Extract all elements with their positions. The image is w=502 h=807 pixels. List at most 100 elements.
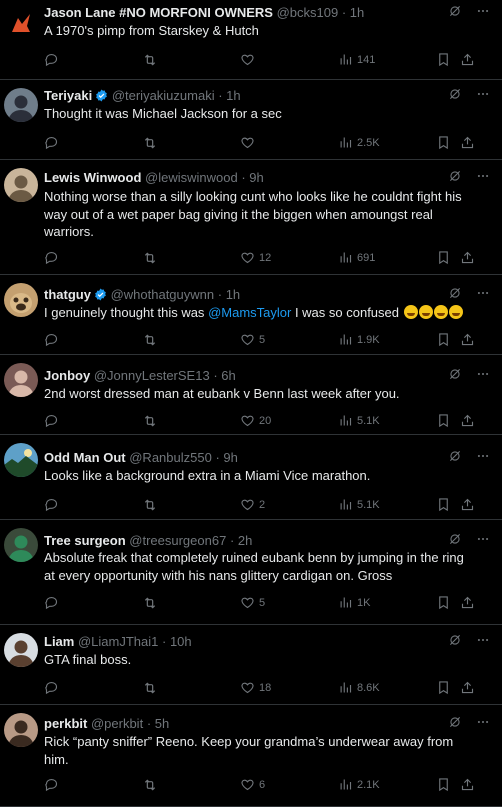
user-handle[interactable]: @perkbit — [91, 716, 143, 731]
grok-icon[interactable] — [448, 367, 462, 386]
more-options-icon[interactable] — [476, 169, 490, 188]
display-name[interactable]: Tree surgeon — [44, 533, 126, 548]
retweet-button[interactable] — [142, 135, 162, 151]
retweet-button[interactable] — [142, 497, 162, 513]
timestamp[interactable]: · 1h — [342, 5, 364, 20]
timestamp[interactable]: · 9h — [241, 170, 263, 185]
grok-icon[interactable] — [448, 449, 462, 468]
reply-button[interactable] — [44, 497, 63, 512]
like-button[interactable] — [240, 135, 259, 150]
more-options-icon[interactable] — [476, 367, 490, 386]
tweet-reply[interactable]: perkbit @perkbit · 5h Rick “panty sniffe… — [0, 705, 502, 807]
avatar[interactable] — [4, 443, 38, 477]
reply-button[interactable] — [44, 250, 63, 265]
tweet-reply[interactable]: Jonboy @JonnyLesterSE13 · 6h 2nd worst d… — [0, 355, 502, 435]
retweet-button[interactable] — [142, 332, 162, 348]
user-handle[interactable]: @lewiswinwood — [145, 170, 238, 185]
timestamp[interactable]: · 1h — [218, 287, 240, 302]
like-button[interactable]: 5 — [240, 332, 265, 347]
like-button[interactable]: 18 — [240, 680, 271, 695]
user-handle[interactable]: @whothatguywnn — [111, 287, 215, 302]
more-options-icon[interactable] — [476, 286, 490, 305]
user-handle[interactable]: @JonnyLesterSE13 — [94, 368, 210, 383]
display-name[interactable]: perkbit — [44, 716, 87, 731]
reply-button[interactable] — [44, 777, 63, 792]
timestamp[interactable]: · 5h — [147, 716, 169, 731]
views-button[interactable]: 5.1K — [338, 413, 380, 428]
tweet-reply[interactable]: Liam @LiamJThai1 · 10h GTA final boss. 1… — [0, 625, 502, 705]
share-button[interactable] — [460, 332, 475, 347]
avatar[interactable] — [4, 283, 38, 317]
like-button[interactable]: 20 — [240, 413, 271, 428]
reply-button[interactable] — [44, 413, 63, 428]
avatar[interactable] — [4, 528, 38, 562]
user-handle[interactable]: @Ranbulz550 — [129, 450, 212, 465]
grok-icon[interactable] — [448, 715, 462, 734]
avatar[interactable] — [4, 363, 38, 397]
retweet-button[interactable] — [142, 777, 162, 793]
views-button[interactable]: 1.9K — [338, 332, 380, 347]
views-button[interactable]: 2.5K — [338, 135, 380, 150]
avatar[interactable] — [4, 88, 38, 122]
grok-icon[interactable] — [448, 87, 462, 106]
display-name[interactable]: Jason Lane #NO MORFONI OWNERS — [44, 5, 273, 20]
user-handle[interactable]: @treesurgeon67 — [129, 533, 226, 548]
avatar[interactable] — [4, 713, 38, 747]
more-options-icon[interactable] — [476, 4, 490, 23]
like-button[interactable]: 12 — [240, 250, 271, 265]
timestamp[interactable]: · 1h — [218, 88, 240, 103]
grok-icon[interactable] — [448, 286, 462, 305]
grok-icon[interactable] — [448, 4, 462, 23]
reply-button[interactable] — [44, 52, 63, 67]
tweet-reply[interactable]: Teriyaki @teriyakiuzumaki · 1h Thought i… — [0, 80, 502, 160]
tweet-reply[interactable]: Odd Man Out @Ranbulz550 · 9h Looks like … — [0, 435, 502, 520]
display-name[interactable]: Teriyaki — [44, 88, 92, 103]
retweet-button[interactable] — [142, 595, 162, 611]
views-button[interactable]: 1K — [338, 595, 370, 610]
bookmark-button[interactable] — [436, 250, 451, 265]
display-name[interactable]: Liam — [44, 634, 74, 649]
views-button[interactable]: 691 — [338, 250, 375, 265]
like-button[interactable]: 6 — [240, 777, 265, 792]
avatar[interactable] — [4, 168, 38, 202]
reply-button[interactable] — [44, 332, 63, 347]
tweet-reply[interactable]: thatguy @whothatguywnn · 1h I genuinely … — [0, 275, 502, 355]
display-name[interactable]: Jonboy — [44, 368, 90, 383]
tweet-reply[interactable]: Jason Lane #NO MORFONI OWNERS @bcks109 ·… — [0, 0, 502, 80]
share-button[interactable] — [460, 250, 475, 265]
like-button[interactable]: 2 — [240, 497, 265, 512]
display-name[interactable]: Lewis Winwood — [44, 170, 141, 185]
retweet-button[interactable] — [142, 413, 162, 429]
user-handle[interactable]: @teriyakiuzumaki — [112, 88, 215, 103]
like-button[interactable] — [240, 52, 259, 67]
share-button[interactable] — [460, 413, 475, 428]
retweet-button[interactable] — [142, 250, 162, 266]
mention-link[interactable]: @MamsTaylor — [208, 305, 291, 320]
share-button[interactable] — [460, 497, 475, 512]
bookmark-button[interactable] — [436, 497, 451, 512]
views-button[interactable]: 8.6K — [338, 680, 380, 695]
avatar[interactable] — [4, 633, 38, 667]
bookmark-button[interactable] — [436, 413, 451, 428]
share-button[interactable] — [460, 680, 475, 695]
more-options-icon[interactable] — [476, 87, 490, 106]
retweet-button[interactable] — [142, 52, 162, 68]
bookmark-button[interactable] — [436, 52, 451, 67]
reply-button[interactable] — [44, 680, 63, 695]
bookmark-button[interactable] — [436, 135, 451, 150]
share-button[interactable] — [460, 135, 475, 150]
display-name[interactable]: Odd Man Out — [44, 450, 126, 465]
bookmark-button[interactable] — [436, 777, 451, 792]
avatar[interactable] — [4, 6, 38, 40]
views-button[interactable]: 5.1K — [338, 497, 380, 512]
bookmark-button[interactable] — [436, 595, 451, 610]
share-button[interactable] — [460, 595, 475, 610]
more-options-icon[interactable] — [476, 532, 490, 551]
more-options-icon[interactable] — [476, 715, 490, 734]
retweet-button[interactable] — [142, 680, 162, 696]
like-button[interactable]: 5 — [240, 595, 265, 610]
timestamp[interactable]: · 10h — [162, 634, 192, 649]
bookmark-button[interactable] — [436, 680, 451, 695]
reply-button[interactable] — [44, 135, 63, 150]
timestamp[interactable]: · 9h — [215, 450, 237, 465]
